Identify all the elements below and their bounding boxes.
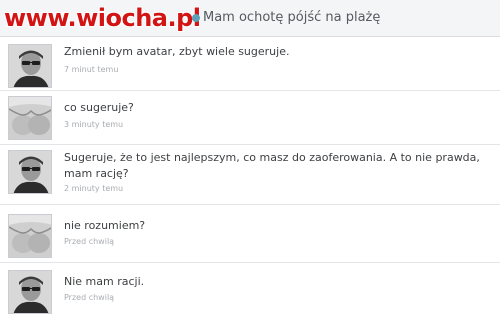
watermark-logo: www.wiocha.pl — [4, 4, 201, 32]
message-timestamp: 7 minut temu — [64, 65, 119, 74]
header-bar: www.wiocha.pl Mam ochotę pójść na plażę — [0, 0, 500, 37]
message-timestamp: 3 minuty temu — [64, 120, 124, 129]
message-timestamp: Przed chwilą — [64, 237, 115, 246]
avatar-man-sunglasses-icon[interactable] — [8, 270, 52, 314]
message-text: Zmienił bym avatar, zbyt wiele sugeruje. — [64, 45, 290, 58]
status-online-icon — [192, 14, 200, 22]
divider — [0, 90, 500, 91]
chat-window: www.wiocha.pl Mam ochotę pójść na plażę … — [0, 0, 500, 316]
message-text: co sugeruje? — [64, 101, 134, 114]
message-timestamp: Przed chwilą — [64, 293, 115, 302]
avatar-woman-icon[interactable] — [8, 214, 52, 258]
status-message: Mam ochotę pójść na plażę — [203, 10, 381, 25]
message-text: Nie mam racji. — [64, 275, 145, 288]
message-timestamp: 2 minuty temu — [64, 184, 124, 193]
divider — [0, 204, 500, 205]
avatar-man-sunglasses-icon[interactable] — [8, 44, 52, 88]
message-text: Sugeruje, że to jest najlepszym, co masz… — [64, 151, 480, 180]
divider — [0, 262, 500, 263]
avatar-man-sunglasses-icon[interactable] — [8, 150, 52, 194]
message-text: nie rozumiem? — [64, 219, 146, 232]
avatar-woman-icon[interactable] — [8, 96, 52, 140]
divider — [0, 144, 500, 145]
